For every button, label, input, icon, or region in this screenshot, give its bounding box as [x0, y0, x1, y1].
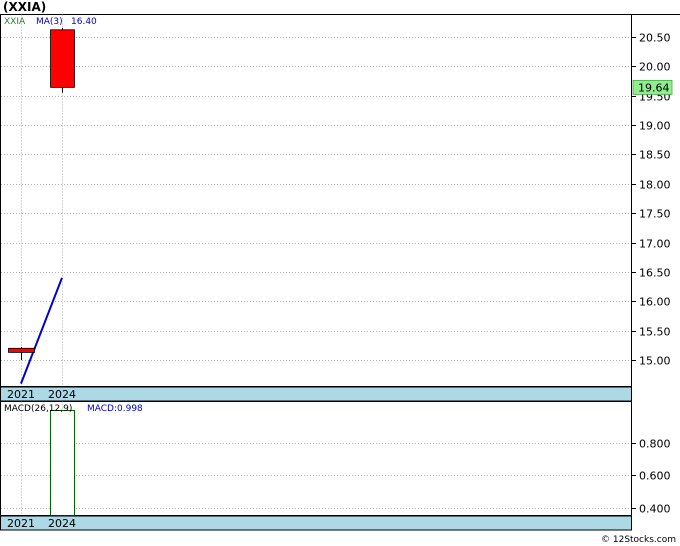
price-legend: XXIA MA(3) 16.40 — [4, 17, 97, 27]
macd-date-band — [0, 515, 632, 531]
legend-symbol: XXIA — [4, 17, 26, 27]
price-y-tick-label: 16.50 — [639, 267, 671, 280]
price-y-tick-label: 18.00 — [639, 179, 671, 192]
price-panel: 20.5020.0019.5019.0018.5018.0017.5017.00… — [0, 14, 673, 387]
price-y-tick-label: 15.50 — [639, 326, 671, 339]
price-y-tick-label: 17.00 — [639, 238, 671, 251]
macd-y-tick-label: 0.600 — [639, 470, 671, 483]
price-date-band — [0, 386, 632, 402]
macd-bar — [50, 409, 75, 517]
price-y-tick-label: 20.50 — [639, 32, 671, 45]
price-plot-area — [0, 14, 632, 387]
watermark: © 12Stocks.com — [601, 535, 676, 545]
price-y-tick-label: 18.50 — [639, 149, 671, 162]
chart-title: (XXIA) — [3, 0, 46, 14]
macd-x-tick-label: 2021 — [7, 517, 35, 530]
stock-chart: (XXIA) 20.5020.0019.5019.0018.5018.0017.… — [0, 0, 680, 545]
last-price-label: 19.64 — [638, 81, 670, 94]
macd-x-tick-label: 2024 — [48, 517, 76, 530]
price-y-tick-label: 15.00 — [639, 355, 671, 368]
legend-ma-value: 16.40 — [71, 17, 97, 27]
legend-ma-label: MA(3) — [36, 17, 63, 27]
macd-plot-area — [0, 401, 632, 516]
price-y-axis: 20.5020.0019.5019.0018.5018.0017.5017.00… — [631, 32, 673, 368]
macd-y-axis: 0.800 0.600 0.400 — [631, 438, 671, 516]
price-y-tick-label: 16.00 — [639, 296, 671, 309]
macd-panel: 0.800 0.600 0.400 MACD(26,12,9) MACD:0.998 — [0, 401, 671, 517]
price-y-tick-label: 19.00 — [639, 120, 671, 133]
price-x-tick-label: 2021 — [7, 388, 35, 401]
candle-body — [8, 347, 35, 353]
candle-body — [50, 29, 75, 88]
macd-bars — [50, 409, 75, 517]
macd-legend-value: MACD:0.998 — [87, 404, 143, 414]
macd-y-tick-label: 0.800 — [639, 438, 671, 451]
macd-legend-label: MACD(26,12,9) — [4, 404, 72, 414]
macd-y-tick-label: 0.400 — [639, 503, 671, 516]
price-x-tick-label: 2024 — [48, 388, 76, 401]
price-y-tick-label: 17.50 — [639, 208, 671, 221]
price-y-tick-label: 20.00 — [639, 61, 671, 74]
